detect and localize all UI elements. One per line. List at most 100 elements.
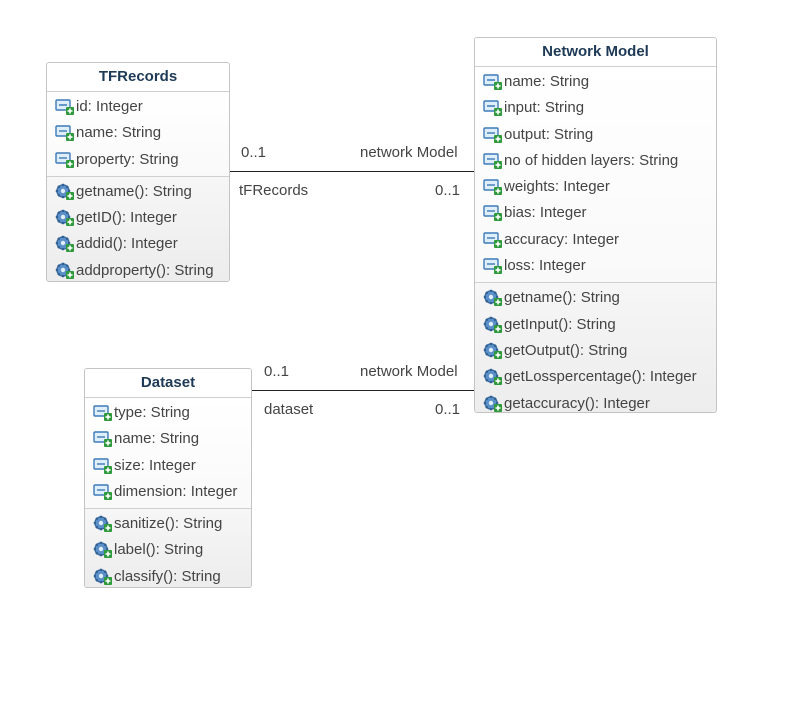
attribute-icon: [483, 231, 503, 249]
operation-row[interactable]: label(): String: [85, 537, 251, 563]
class-tfrecords[interactable]: TFRecords id: Integer name: String propert…: [46, 62, 230, 282]
attribute-row[interactable]: accuracy: Integer: [475, 227, 716, 253]
attribute-text: bias: Integer: [504, 204, 587, 222]
attribute-text: input: String: [504, 99, 585, 117]
operation-row[interactable]: getname(): String: [475, 285, 716, 311]
attribute-icon: [483, 99, 503, 117]
attribute-text: loss: Integer: [504, 257, 586, 275]
multiplicity-label: 0..1: [435, 182, 461, 199]
attribute-row[interactable]: no of hidden layers: String: [475, 148, 716, 174]
attributes-compartment: id: Integer name: String property: String: [47, 92, 229, 177]
attribute-icon: [483, 257, 503, 275]
operation-icon: [55, 235, 75, 253]
attributes-compartment: type: String name: String size: Integer dim…: [85, 398, 251, 510]
class-title: Dataset: [85, 369, 251, 398]
attribute-icon: [93, 430, 113, 448]
operation-icon: [93, 515, 113, 533]
class-dataset[interactable]: Dataset type: String name: String size: In…: [84, 368, 252, 588]
attribute-text: no of hidden layers: String: [504, 151, 679, 169]
operation-row[interactable]: getaccuracy(): Integer: [475, 391, 716, 412]
operation-text: getname(): String: [76, 182, 192, 200]
attribute-text: id: Integer: [76, 98, 143, 115]
attribute-row[interactable]: type: String: [85, 400, 251, 426]
operation-text: getLosspercentage(): Integer: [504, 368, 697, 386]
operation-icon: [483, 289, 503, 307]
operation-text: label(): String: [114, 541, 204, 559]
class-title: Network Model: [475, 38, 716, 67]
operation-row[interactable]: getInput(): String: [475, 312, 716, 338]
operation-row[interactable]: getname(): String: [47, 179, 229, 205]
operation-icon: [483, 395, 503, 412]
attribute-row[interactable]: name: String: [85, 426, 251, 452]
attribute-text: type: String: [114, 404, 190, 421]
attribute-text: size: Integer: [114, 456, 196, 474]
operation-text: addid(): Integer: [76, 235, 178, 253]
attribute-text: name: String: [114, 430, 200, 448]
operation-text: getname(): String: [504, 289, 620, 307]
multiplicity-label: 0..1: [435, 401, 461, 418]
attribute-icon: [483, 152, 503, 170]
attribute-text: weights: Integer: [504, 178, 610, 196]
operation-icon: [93, 541, 113, 559]
operation-icon: [483, 316, 503, 334]
operation-text: getaccuracy(): Integer: [504, 394, 650, 412]
operations-compartment: sanitize(): String label(): String classif…: [85, 509, 251, 587]
role-label: network Model: [360, 144, 458, 161]
attribute-icon: [93, 457, 113, 475]
attribute-row[interactable]: loss: Integer: [475, 253, 716, 279]
attribute-row[interactable]: property: String: [47, 147, 229, 173]
operation-row[interactable]: getLosspercentage(): Integer: [475, 364, 716, 390]
attribute-text: output: String: [504, 125, 594, 143]
role-label: network Model: [360, 363, 458, 380]
multiplicity-label: 0..1: [264, 363, 290, 380]
attribute-text: dimension: Integer: [114, 482, 238, 500]
role-label: tFRecords: [239, 182, 309, 199]
operation-icon: [55, 262, 75, 280]
operation-text: sanitize(): String: [114, 515, 223, 533]
operation-row[interactable]: getOutput(): String: [475, 338, 716, 364]
role-label: dataset: [264, 401, 314, 418]
attribute-row[interactable]: id: Integer: [47, 94, 229, 120]
attribute-row[interactable]: dimension: Integer: [85, 479, 251, 505]
operation-text: getInput(): String: [504, 315, 616, 333]
attribute-text: accuracy: Integer: [504, 230, 620, 248]
operation-icon: [483, 368, 503, 386]
attribute-row[interactable]: name: String: [475, 69, 716, 95]
class-network-model[interactable]: Network Model name: String input: String o…: [474, 37, 717, 413]
attribute-row[interactable]: name: String: [47, 120, 229, 146]
attribute-icon: [483, 178, 503, 196]
attribute-row[interactable]: input: String: [475, 95, 716, 121]
attribute-icon: [93, 483, 113, 501]
operations-compartment: getname(): String getID(): Integer addid()…: [47, 176, 229, 281]
association-line-tfrecords-network[interactable]: [230, 171, 475, 172]
operation-text: getOutput(): String: [504, 341, 628, 359]
attribute-row[interactable]: bias: Integer: [475, 200, 716, 226]
operation-row[interactable]: sanitize(): String: [85, 511, 251, 537]
operations-compartment: getname(): String getInput(): String getOu…: [475, 283, 716, 412]
attribute-icon: [483, 73, 503, 91]
operation-icon: [55, 183, 75, 201]
operation-row[interactable]: addproperty(): String: [47, 258, 229, 281]
attribute-icon: [93, 404, 113, 422]
association-line-dataset-network[interactable]: [252, 390, 475, 391]
operation-text: getID(): Integer: [76, 209, 177, 227]
attribute-icon: [55, 98, 75, 116]
operation-row[interactable]: classify(): String: [85, 564, 251, 587]
operation-icon: [483, 342, 503, 360]
attribute-text: name: String: [76, 124, 162, 142]
operation-icon: [93, 568, 113, 586]
attribute-icon: [55, 151, 75, 169]
attribute-row[interactable]: weights: Integer: [475, 174, 716, 200]
operation-text: addproperty(): String: [76, 261, 214, 279]
attribute-text: property: String: [76, 150, 179, 168]
attribute-row[interactable]: output: String: [475, 122, 716, 148]
operation-row[interactable]: getID(): Integer: [47, 205, 229, 231]
multiplicity-label: 0..1: [241, 144, 267, 161]
attribute-icon: [483, 126, 503, 144]
attribute-row[interactable]: size: Integer: [85, 453, 251, 479]
operation-icon: [55, 209, 75, 227]
operation-text: classify(): String: [114, 567, 221, 585]
operation-row[interactable]: addid(): Integer: [47, 231, 229, 257]
class-title: TFRecords: [47, 63, 229, 92]
attributes-compartment: name: String input: String output: String n…: [475, 67, 716, 284]
